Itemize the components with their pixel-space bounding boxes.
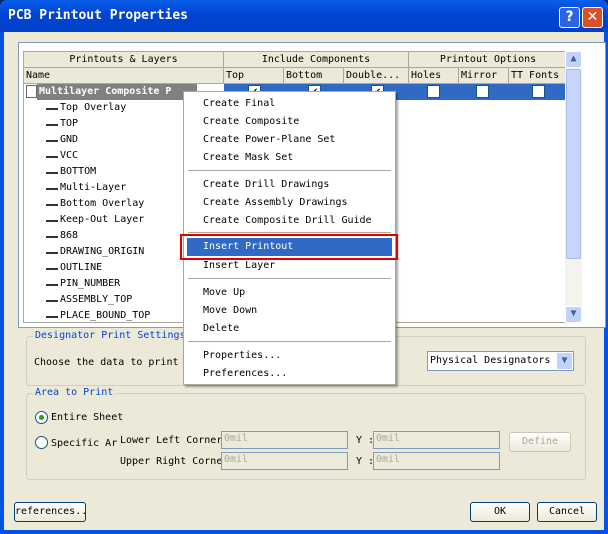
col-name[interactable]: Name bbox=[24, 68, 224, 84]
upper-right-label: Upper Right Corne bbox=[120, 456, 223, 467]
menu-item-move-down[interactable]: Move Down bbox=[187, 302, 392, 320]
layer-name: GND bbox=[60, 134, 79, 145]
holes-checkbox[interactable] bbox=[427, 85, 440, 98]
layer-row[interactable]: OUTLINE bbox=[24, 260, 102, 276]
layer-name: OUTLINE bbox=[60, 262, 103, 273]
ok-button[interactable]: OK bbox=[470, 502, 530, 522]
preferences-button[interactable]: references.. bbox=[14, 502, 87, 522]
layer-name: Bottom Overlay bbox=[60, 198, 145, 209]
col-top[interactable]: Top bbox=[224, 68, 284, 84]
menu-item-create-composite[interactable]: Create Composite bbox=[187, 113, 392, 131]
col-tt-fonts[interactable]: TT Fonts bbox=[509, 68, 568, 84]
define-button[interactable]: Define bbox=[509, 432, 571, 452]
layer-row[interactable]: Keep-Out Layer bbox=[24, 212, 144, 228]
layer-name: Multi-Layer bbox=[60, 182, 127, 193]
menu-separator bbox=[188, 341, 391, 342]
area-to-print-group: Area to Print Entire Sheet Specific Ar L… bbox=[26, 387, 586, 480]
menu-item-create-drill-drawings[interactable]: Create Drill Drawings bbox=[187, 176, 392, 194]
col-double[interactable]: Double... bbox=[344, 68, 409, 84]
title-bar[interactable]: PCB Printout Properties ? ✕ bbox=[0, 0, 608, 32]
close-button[interactable]: ✕ bbox=[582, 7, 603, 28]
layer-row[interactable]: ASSEMBLY_TOP bbox=[24, 292, 132, 308]
layer-row[interactable]: PIN_NUMBER bbox=[24, 276, 120, 292]
menu-separator bbox=[188, 232, 391, 233]
help-button[interactable]: ? bbox=[559, 7, 580, 28]
designator-select[interactable]: Physical Designators ▼ bbox=[427, 351, 574, 371]
tt-fonts-checkbox[interactable] bbox=[532, 85, 545, 98]
header-include-components: Include Components bbox=[224, 52, 409, 68]
cancel-button[interactable]: Cancel bbox=[537, 502, 597, 522]
window-title: PCB Printout Properties bbox=[8, 8, 189, 23]
layer-name: ASSEMBLY_TOP bbox=[60, 294, 133, 305]
upper-right-x-input[interactable]: 0mil bbox=[221, 452, 348, 470]
layer-name: DRAWING_ORIGIN bbox=[60, 246, 145, 257]
upper-right-y-input[interactable]: 0mil bbox=[373, 452, 500, 470]
layer-name: Top Overlay bbox=[60, 102, 127, 113]
designator-select-value: Physical Designators bbox=[430, 355, 551, 366]
specific-area-label[interactable]: Specific Ar bbox=[51, 438, 117, 449]
menu-item-delete[interactable]: Delete bbox=[187, 320, 392, 338]
area-group-title: Area to Print bbox=[33, 387, 116, 398]
menu-item-create-power-plane-set[interactable]: Create Power-Plane Set bbox=[187, 131, 392, 149]
layer-row[interactable]: 868 bbox=[24, 228, 78, 244]
designator-group-title: Designator Print Settings bbox=[33, 330, 188, 341]
layer-name: PLACE_BOUND_TOP bbox=[60, 310, 151, 321]
layer-name: PIN_NUMBER bbox=[60, 278, 121, 289]
menu-separator bbox=[188, 278, 391, 279]
vertical-scrollbar[interactable]: ▲ ▼ bbox=[565, 51, 582, 323]
printout-name: Multilayer Composite P bbox=[37, 84, 197, 100]
menu-item-create-mask-set[interactable]: Create Mask Set bbox=[187, 149, 392, 167]
printout-row[interactable]: Multilayer Composite P bbox=[26, 84, 197, 100]
layer-name: TOP bbox=[60, 118, 79, 129]
layer-row[interactable]: BOTTOM bbox=[24, 164, 96, 180]
layer-name: VCC bbox=[60, 150, 79, 161]
header-printouts-layers: Printouts & Layers bbox=[24, 52, 224, 68]
layer-row[interactable]: PLACE_BOUND_TOP bbox=[24, 308, 150, 324]
entire-sheet-label[interactable]: Entire Sheet bbox=[51, 412, 123, 423]
menu-separator bbox=[188, 170, 391, 171]
lower-left-x-input[interactable]: 0mil bbox=[221, 431, 348, 449]
layer-row[interactable]: Top Overlay bbox=[24, 100, 126, 116]
mirror-checkbox[interactable] bbox=[476, 85, 489, 98]
layer-row[interactable]: Multi-Layer bbox=[24, 180, 126, 196]
col-bottom[interactable]: Bottom bbox=[284, 68, 344, 84]
menu-item-create-assembly-drawings[interactable]: Create Assembly Drawings bbox=[187, 194, 392, 212]
highlight-annotation-box bbox=[180, 234, 398, 260]
choose-data-label: Choose the data to print bbox=[34, 357, 179, 368]
lower-left-y-input[interactable]: 0mil bbox=[373, 431, 500, 449]
layer-row[interactable]: DRAWING_ORIGIN bbox=[24, 244, 144, 260]
menu-item-move-up[interactable]: Move Up bbox=[187, 284, 392, 302]
chevron-down-icon[interactable]: ▼ bbox=[557, 353, 572, 369]
layer-row[interactable]: Bottom Overlay bbox=[24, 196, 144, 212]
col-mirror[interactable]: Mirror bbox=[459, 68, 509, 84]
scroll-thumb[interactable] bbox=[566, 69, 581, 259]
layer-name: 868 bbox=[60, 230, 79, 241]
header-printout-options: Printout Options bbox=[409, 52, 568, 68]
lower-left-label: Lower Left Corner bbox=[120, 435, 223, 446]
scroll-down-button[interactable]: ▼ bbox=[565, 306, 582, 323]
layer-row[interactable]: VCC bbox=[24, 148, 78, 164]
layer-row[interactable]: TOP bbox=[24, 116, 78, 132]
scroll-up-button[interactable]: ▲ bbox=[565, 51, 582, 68]
specific-area-radio[interactable] bbox=[35, 436, 48, 449]
layer-name: Keep-Out Layer bbox=[60, 214, 145, 225]
col-holes[interactable]: Holes bbox=[409, 68, 459, 84]
menu-item-create-composite-drill-guide[interactable]: Create Composite Drill Guide bbox=[187, 212, 392, 230]
lower-left-y-label: Y : bbox=[356, 435, 375, 446]
upper-right-y-label: Y : bbox=[356, 456, 375, 467]
document-icon bbox=[26, 84, 37, 98]
layer-name: BOTTOM bbox=[60, 166, 97, 177]
menu-item-preferences[interactable]: Preferences... bbox=[187, 365, 392, 383]
entire-sheet-radio[interactable] bbox=[35, 411, 48, 424]
menu-item-properties[interactable]: Properties... bbox=[187, 347, 392, 365]
layer-row[interactable]: GND bbox=[24, 132, 78, 148]
menu-item-create-final[interactable]: Create Final bbox=[187, 95, 392, 113]
